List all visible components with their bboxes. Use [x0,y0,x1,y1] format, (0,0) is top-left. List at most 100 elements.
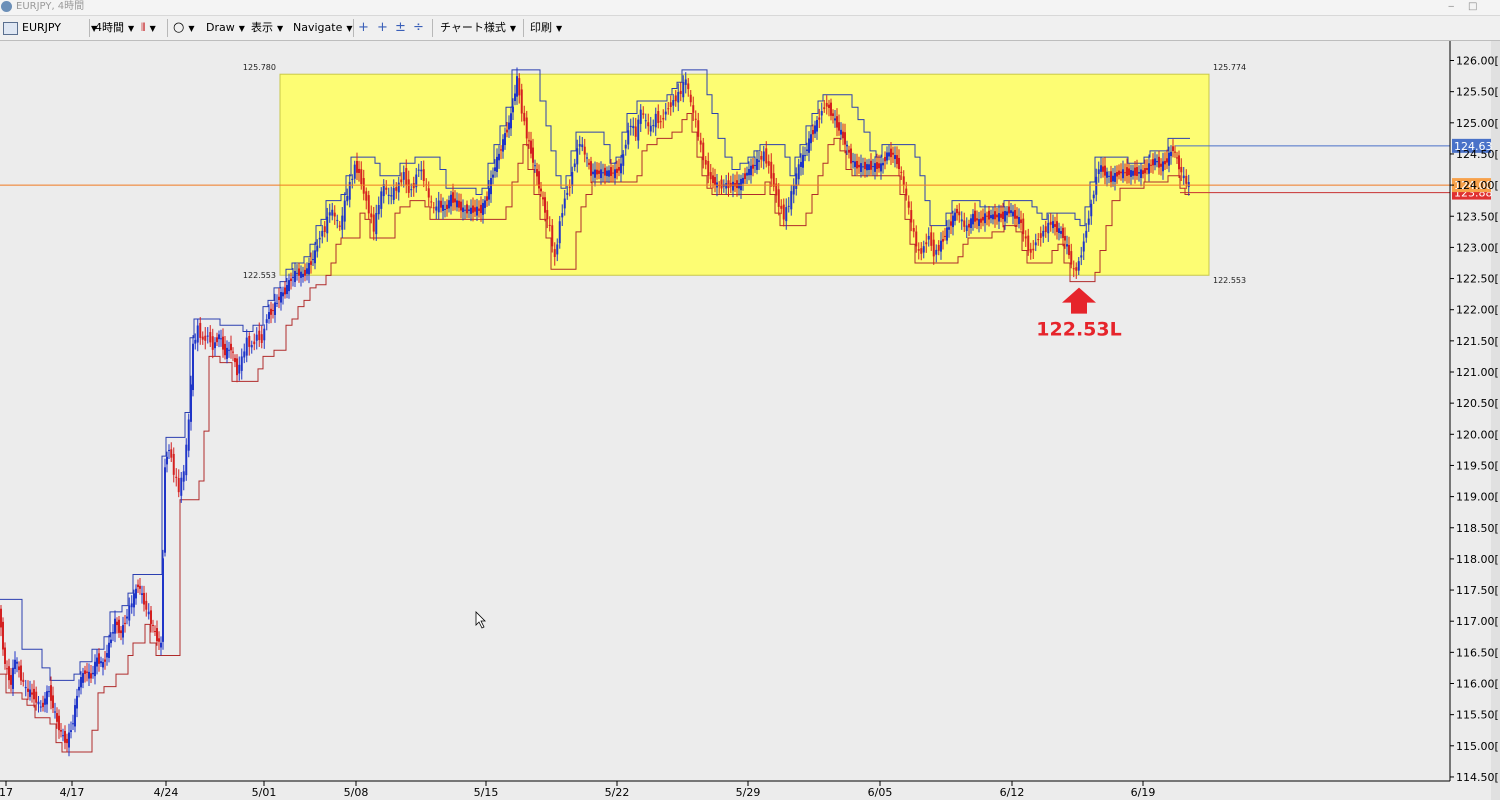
candle-body [662,117,665,120]
arrow-up-icon [1062,287,1096,314]
candle-body [622,154,625,166]
candle-body [328,212,331,216]
candle-body [1037,239,1040,241]
candle-body [276,302,278,304]
candle-body [787,205,790,207]
candle-body [8,666,10,681]
candle-body [422,169,425,181]
candle-body [486,196,488,201]
candle-body [400,179,403,183]
candle-body [842,131,844,139]
candle-body [810,134,812,144]
x-tick-label: 4/24 [154,786,179,799]
candle-body [750,165,752,176]
candle-body [92,672,94,675]
candle-body [792,185,795,195]
candle-body [1075,267,1078,271]
candle-body [18,666,20,671]
candle-style-button[interactable]: ⫴ ▼ [141,19,156,37]
minimize-button[interactable]: ‒ [1448,0,1454,14]
view-menu[interactable]: 表示 ▼ [251,19,283,37]
candle-body [1044,226,1047,233]
candle-body [654,113,657,128]
candle-body [1120,171,1122,174]
candle-body [42,702,44,708]
candle-body [351,178,354,181]
candle-body [94,661,96,677]
candle-body [583,146,586,155]
candle-body [1010,210,1012,214]
candle-body [720,179,723,189]
candle-body [1064,236,1066,241]
candle-body [1182,175,1185,179]
candle-body [224,343,226,356]
candle-body [760,155,763,160]
candle-body [785,207,788,222]
candle-body [746,172,748,176]
candle-body [375,212,378,235]
candle-body [177,478,180,493]
x-tick-label: 6/19 [1131,786,1156,799]
shape-tool-button[interactable]: ○ ▼ [173,19,195,37]
candle-body [546,210,549,220]
candle-body [756,158,758,170]
candle-body [689,94,692,103]
candle-body [90,673,92,679]
candle-body [614,169,616,179]
candle-body [147,611,150,615]
candle-body [331,209,334,216]
candle-body [1020,219,1022,224]
crosshair-right-icon[interactable]: + [377,19,388,37]
y-tick-label: 121.50[ [1456,335,1499,348]
candle-body [260,334,263,343]
candle-body [154,631,156,633]
timeframe-select[interactable]: 4時間 ▼ [95,19,134,37]
candle-body [492,174,494,178]
candle-body [156,628,158,642]
candle-body [532,147,534,163]
candle-body [1014,210,1016,219]
y-tick-label: 123.50[ [1456,210,1499,223]
candle-body [642,113,645,115]
candle-body [578,144,581,147]
x-tick-label: 5/08 [344,786,369,799]
candle-body [581,144,584,148]
candle-body [984,213,986,224]
candle-body [990,215,992,219]
candle-body [806,149,808,151]
candle-body [180,477,183,496]
crosshair-icon[interactable]: + [358,19,369,37]
candle-body [494,167,496,172]
candle-body [70,730,72,733]
y-tick-label: 123.00[ [1456,241,1499,254]
candle-body [234,358,236,363]
candle-body [608,170,610,177]
candle-body [118,619,120,633]
price-chart[interactable]: 125.780 125.774 122.553 122.553 122.53L … [0,41,1500,800]
candle-body [818,117,821,120]
candle-body [100,661,102,664]
candle-body [1187,182,1190,188]
candle-body [164,467,166,553]
navigate-menu[interactable]: Navigate ▼ [293,19,353,37]
print-menu[interactable]: 印刷 ▼ [530,19,562,37]
candle-body [1066,244,1068,247]
candle-body [430,201,433,203]
candle-body [427,188,430,198]
zoom-out-icon[interactable]: ÷ [413,19,424,37]
maximize-button[interactable]: □ [1468,0,1477,14]
candle-body [448,200,450,209]
draw-menu[interactable]: Draw ▼ [206,19,245,37]
candle-body [795,173,798,189]
candle-body [139,585,141,589]
chart-style-menu[interactable]: チャート様式 ▼ [440,19,516,37]
low-annotation: 122.53L [1036,319,1121,341]
candle-body [714,177,716,186]
zoom-in-icon[interactable]: ± [395,19,406,37]
y-tick-label: 114.50[ [1456,771,1499,784]
chart-window-icon[interactable] [3,22,18,35]
symbol-select[interactable]: EURJPY ▼ [22,19,97,37]
candle-body [1138,172,1140,174]
candle-body [86,671,88,673]
candle-body [944,235,946,237]
